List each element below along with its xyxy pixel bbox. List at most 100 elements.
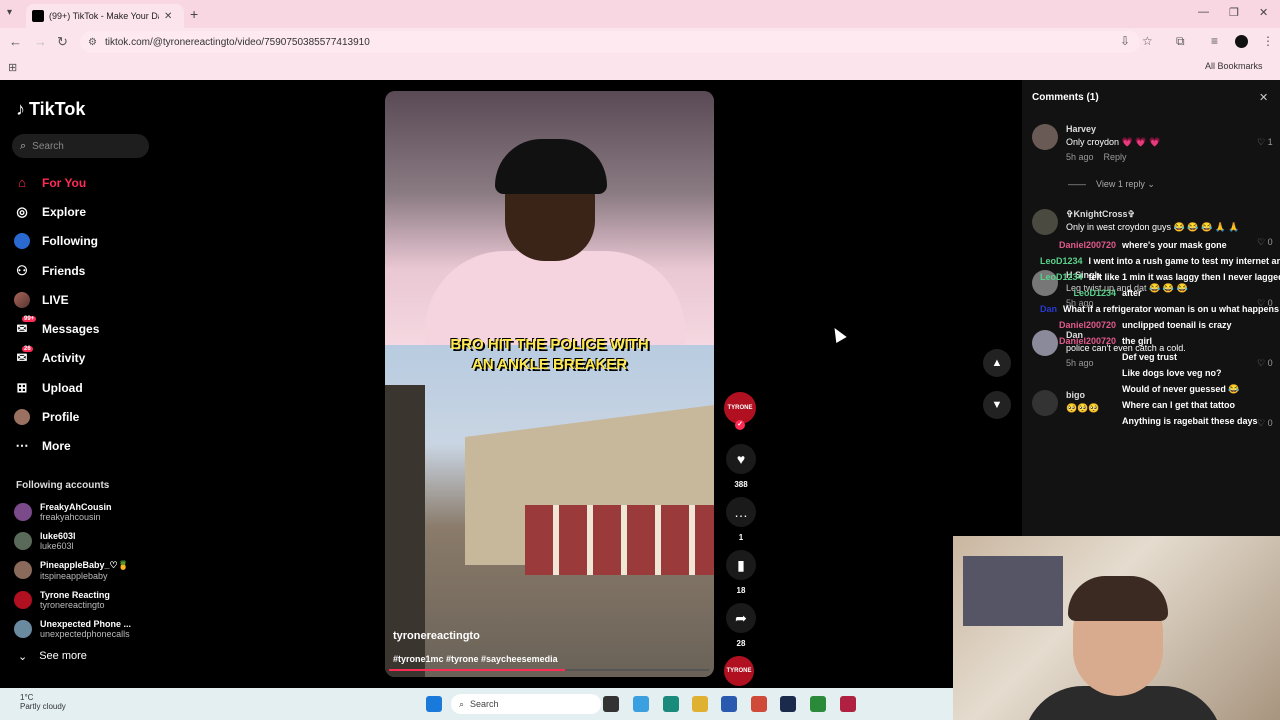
tab-search-icon[interactable]: ▾ <box>7 7 12 18</box>
nav-following[interactable]: Following <box>14 227 164 256</box>
tiktok-logo[interactable]: ♪ TikTok <box>16 99 85 120</box>
extensions-icon[interactable]: ⧉ <box>1176 34 1185 49</box>
reading-list-icon[interactable]: ≡ <box>1211 34 1218 48</box>
chat-username: Daniel200720 <box>1058 320 1116 330</box>
like-action[interactable]: ♥ 388 <box>724 444 758 489</box>
chat-message: LeoD1234 I went into a rush game to test … <box>1040 256 1280 272</box>
creator-avatar[interactable]: TYRONE ✓ <box>724 392 756 430</box>
chat-message: Where can I get that tattoo <box>1040 400 1280 416</box>
start-icon[interactable] <box>426 696 442 712</box>
chevron-down-icon: ▼ <box>991 399 1003 411</box>
following-account-item[interactable]: Unexpected Phone ... unexpectedphonecalls <box>14 614 154 643</box>
following-account-item[interactable]: Tyrone Reacting tyronereactingto <box>14 585 154 614</box>
profile-avatar[interactable] <box>1235 35 1248 48</box>
search-input[interactable]: ⌕ Search <box>12 134 149 158</box>
app-icon[interactable] <box>840 696 856 712</box>
nav-more[interactable]: ⋯ More <box>14 432 164 461</box>
chat-username: Daniel200720 <box>1058 336 1116 346</box>
maximize-icon[interactable]: ❐ <box>1229 6 1239 19</box>
chat-message: Def veg trust <box>1040 352 1280 368</box>
copilot-icon[interactable] <box>633 696 649 712</box>
sound-disc-avatar[interactable]: TYRONE <box>724 656 754 686</box>
chat-username <box>1040 368 1116 384</box>
following-account-item[interactable]: FreakyAhCousin freakyahcousin <box>14 497 154 526</box>
following-accounts-list: FreakyAhCousin freakyahcousin luke603l luk… <box>14 497 154 643</box>
comment-action[interactable]: … 1 <box>724 497 758 542</box>
nav-explore[interactable]: ◎ Explore <box>14 197 164 226</box>
chat-username <box>1040 400 1116 416</box>
forward-icon[interactable]: → <box>34 34 47 49</box>
comment-like[interactable]: ♡ 1 <box>1257 137 1273 148</box>
bookmark-icon[interactable]: ▮ <box>726 550 756 580</box>
close-window-icon[interactable]: ✕ <box>1259 6 1268 19</box>
chat-text: unclipped toenail is crazy <box>1122 320 1232 330</box>
install-icon[interactable]: ⇩ <box>1120 34 1130 48</box>
reload-icon[interactable]: ↻ <box>57 34 68 50</box>
nav-live[interactable]: LIVE <box>14 285 164 314</box>
apps-icon[interactable]: ⊞ <box>8 61 17 74</box>
menu-icon[interactable]: ⋮ <box>1262 34 1274 48</box>
following-account-item[interactable]: PineappleBaby_♡🍍 itspineapplebaby <box>14 556 154 585</box>
follow-check-icon[interactable]: ✓ <box>735 420 745 430</box>
chat-text: I went into a rush game to test my inter… <box>1088 256 1280 266</box>
star-icon[interactable]: ☆ <box>1142 34 1153 48</box>
live-icon <box>14 291 30 308</box>
address-bar[interactable]: ⚙ tiktok.com/@tyronereactingto/video/759… <box>80 31 1140 53</box>
task-view-icon[interactable] <box>603 696 619 712</box>
minimize-icon[interactable]: — <box>1198 6 1209 18</box>
video-author[interactable]: tyronereactingto <box>393 630 480 642</box>
store-icon[interactable] <box>721 696 737 712</box>
reply-button[interactable]: Reply <box>1104 152 1127 162</box>
site-info-icon[interactable]: ⚙ <box>88 37 97 48</box>
chat-username: LeoD1234 <box>1040 256 1083 266</box>
chat-message: Dan What if a refrigerator woman is on u … <box>1040 304 1280 320</box>
nav-messages[interactable]: ✉ 99+ Messages <box>14 314 164 343</box>
steam-icon[interactable] <box>780 696 796 712</box>
nav-profile[interactable]: Profile <box>14 402 164 431</box>
share-icon[interactable]: ➦ <box>726 603 756 633</box>
comment-icon[interactable]: … <box>726 497 756 527</box>
following-icon <box>14 233 30 250</box>
file-explorer-icon[interactable] <box>692 696 708 712</box>
share-action[interactable]: ➦ 28 <box>724 603 758 648</box>
weather-widget[interactable]: 1°C Partly cloudy <box>20 693 66 711</box>
avatar[interactable] <box>1032 209 1058 235</box>
view-replies-button[interactable]: —— View 1 reply ⌄ <box>1068 179 1155 190</box>
heart-icon[interactable]: ♥ <box>726 444 756 474</box>
nav-activity[interactable]: ✉ 26 Activity <box>14 344 164 373</box>
next-video-button[interactable]: ▼ <box>983 391 1011 419</box>
video-progress-bar[interactable] <box>389 669 709 671</box>
avatar <box>14 531 32 550</box>
video-player[interactable]: BRO HIT THE POLICE WITH AN ANKLE BREAKER… <box>385 91 714 677</box>
all-bookmarks[interactable]: All Bookmarks <box>1205 61 1263 71</box>
close-comments-icon[interactable]: ✕ <box>1259 91 1268 104</box>
save-action[interactable]: ▮ 18 <box>724 550 758 595</box>
app-icon[interactable] <box>810 696 826 712</box>
nav-upload[interactable]: ⊞ Upload <box>14 373 164 402</box>
chat-text: felt like 1 min it was laggy then I neve… <box>1088 272 1280 282</box>
close-tab-icon[interactable]: ✕ <box>164 11 172 22</box>
back-icon[interactable]: ← <box>9 34 22 49</box>
chat-text: Where can I get that tattoo <box>1122 400 1236 410</box>
see-more-button[interactable]: ⌄ See more <box>18 650 87 663</box>
nav-friends[interactable]: ⚇ Friends <box>14 256 164 285</box>
reactor-headphones <box>495 139 607 194</box>
sidebar-nav: ⌂ For You ◎ Explore Following ⚇ Friends LIV… <box>14 168 164 461</box>
browser-tab[interactable]: (99+) TikTok - Make Your Day ✕ <box>26 4 184 28</box>
messages-icon: ✉ <box>16 321 28 337</box>
chat-message: Like dogs love veg no? <box>1040 368 1280 384</box>
chat-message: Anything is ragebait these days <box>1040 416 1280 432</box>
messages-badge: 99+ <box>22 316 37 323</box>
taskbar-search[interactable]: ⌕ Search <box>451 694 601 714</box>
previous-video-button[interactable]: ▲ <box>983 349 1011 377</box>
edge-icon[interactable] <box>663 696 679 712</box>
activity-badge: 26 <box>22 345 33 352</box>
new-tab-icon[interactable]: + <box>190 6 198 22</box>
chrome-icon[interactable] <box>751 696 767 712</box>
avatar[interactable] <box>1032 124 1058 150</box>
following-account-item[interactable]: luke603l luke603l <box>14 526 154 555</box>
streamer-hair <box>1068 576 1168 621</box>
chat-message: Would of never guessed 😂 <box>1040 384 1280 400</box>
nav-for-you[interactable]: ⌂ For You <box>14 168 164 197</box>
video-hashtags[interactable]: #tyrone1mc #tyrone #saycheesemedia <box>393 654 558 664</box>
